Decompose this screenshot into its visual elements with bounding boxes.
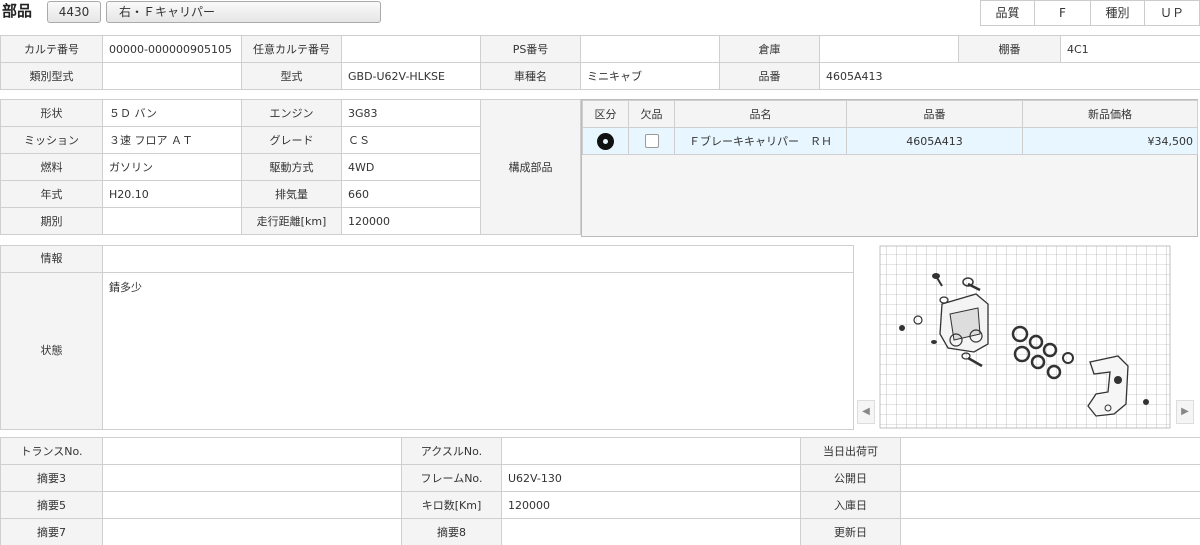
- car-name-label: 車種名: [480, 62, 581, 90]
- bottom-table: トランスNo. アクスルNo. 当日出荷可 摘要3 フレームNo. U62V-1…: [0, 437, 1200, 545]
- class-model-label: 類別型式: [0, 62, 103, 90]
- prev-image-button[interactable]: ◀: [857, 400, 875, 424]
- state-value[interactable]: 錆多少: [102, 272, 854, 430]
- engine-label: エンジン: [241, 99, 342, 127]
- year-value: H20.10: [102, 180, 242, 208]
- page-title: 部品: [2, 2, 33, 20]
- trans-no-label: トランスNo.: [0, 437, 103, 465]
- missing-cell: [628, 127, 675, 155]
- car-name-value: ミニキャブ: [580, 62, 720, 90]
- publish-date-label: 公開日: [800, 464, 901, 492]
- col-kubun: 区分: [582, 100, 629, 128]
- optional-karte-label: 任意カルテ番号: [241, 35, 342, 63]
- col-missing: 欠品: [628, 100, 675, 128]
- model-value: GBD-U62V-HLKSE: [341, 62, 481, 90]
- col-name: 品名: [674, 100, 847, 128]
- part-number-cell: 4605A413: [846, 127, 1023, 155]
- year-label: 年式: [0, 180, 103, 208]
- mileage-label: 走行距離[km]: [241, 207, 342, 235]
- memo3-value: [102, 464, 402, 492]
- components-table: 区分 欠品 品名 品番 新品価格 Ｆブレーキキャリパー ＲＨ 4605A413 …: [582, 100, 1198, 155]
- shelf-label: 棚番: [958, 35, 1061, 63]
- shape-value: ５Ｄ バン: [102, 99, 242, 127]
- optional-karte-value: [341, 35, 481, 63]
- grade-value: ＣＳ: [341, 126, 481, 154]
- memo3-label: 摘要3: [0, 464, 103, 492]
- drive-label: 駆動方式: [241, 153, 342, 181]
- table-row[interactable]: Ｆブレーキキャリパー ＲＨ 4605A413 ¥34,500: [582, 127, 1198, 155]
- km-value: 120000: [501, 491, 801, 519]
- same-day-ship-value: [900, 437, 1200, 465]
- memo7-value: [102, 518, 402, 545]
- stock-date-value: [900, 491, 1200, 519]
- engine-value: 3G83: [341, 99, 481, 127]
- axle-no-label: アクスルNo.: [401, 437, 502, 465]
- quality-label: 品質: [980, 0, 1035, 26]
- part-image-viewer[interactable]: [856, 244, 1200, 430]
- memo8-value: [501, 518, 801, 545]
- trans-no-value: [102, 437, 402, 465]
- memo7-label: 摘要7: [0, 518, 103, 545]
- shelf-value: 4C1: [1060, 35, 1200, 63]
- part-code-button[interactable]: 4430: [47, 1, 101, 23]
- part-name-button[interactable]: 右・Ｆキャリパー: [106, 1, 381, 23]
- col-number: 品番: [846, 100, 1023, 128]
- components-label: 構成部品: [480, 99, 581, 235]
- period-value: [102, 207, 242, 235]
- shape-label: 形状: [0, 99, 103, 127]
- mission-value: ３速 フロア ＡＴ: [102, 126, 242, 154]
- info-value[interactable]: [102, 245, 854, 273]
- type-value: ＵＰ: [1144, 0, 1200, 26]
- col-price: 新品価格: [1022, 100, 1198, 128]
- kubun-cell: [582, 127, 629, 155]
- part-name-cell: Ｆブレーキキャリパー ＲＨ: [674, 127, 847, 155]
- class-model-value: [102, 62, 242, 90]
- karte-number-value: 00000-000000905105: [102, 35, 242, 63]
- km-label: キロ数[Km]: [401, 491, 502, 519]
- vehicle-table: 形状 ５Ｄ バン エンジン 3G83 構成部品 ミッション ３速 フロア ＡＴ …: [0, 99, 581, 235]
- frame-no-value: U62V-130: [501, 464, 801, 492]
- memo5-label: 摘要5: [0, 491, 103, 519]
- mileage-value: 120000: [341, 207, 481, 235]
- next-image-button[interactable]: ▶: [1176, 400, 1194, 424]
- same-day-ship-label: 当日出荷可: [800, 437, 901, 465]
- part-number-label: 品番: [719, 62, 820, 90]
- displacement-label: 排気量: [241, 180, 342, 208]
- memo5-value: [102, 491, 402, 519]
- missing-checkbox[interactable]: [644, 134, 659, 148]
- mission-label: ミッション: [0, 126, 103, 154]
- warehouse-label: 倉庫: [719, 35, 820, 63]
- type-label: 種別: [1090, 0, 1145, 26]
- stock-date-label: 入庫日: [800, 491, 901, 519]
- ps-number-label: PS番号: [480, 35, 581, 63]
- axle-no-value: [501, 437, 801, 465]
- displacement-value: 660: [341, 180, 481, 208]
- update-date-label: 更新日: [800, 518, 901, 545]
- publish-date-value: [900, 464, 1200, 492]
- disc-icon: [597, 132, 614, 150]
- warehouse-value: [819, 35, 959, 63]
- info-label: 情報: [0, 245, 103, 273]
- karte-number-label: カルテ番号: [0, 35, 103, 63]
- components-panel: 区分 欠品 品名 品番 新品価格 Ｆブレーキキャリパー ＲＨ 4605A413 …: [581, 99, 1198, 237]
- frame-no-label: フレームNo.: [401, 464, 502, 492]
- part-number-value: 4605A413: [819, 62, 1200, 90]
- fuel-value: ガソリン: [102, 153, 242, 181]
- quality-value: F: [1034, 0, 1091, 26]
- price-cell: ¥34,500: [1022, 127, 1198, 155]
- grade-label: グレード: [241, 126, 342, 154]
- state-label: 状態: [0, 272, 103, 430]
- model-label: 型式: [241, 62, 342, 90]
- memo8-label: 摘要8: [401, 518, 502, 545]
- fuel-label: 燃料: [0, 153, 103, 181]
- period-label: 期別: [0, 207, 103, 235]
- caliper-diagram-image: [879, 245, 1171, 429]
- drive-value: 4WD: [341, 153, 481, 181]
- karte-table: カルテ番号 00000-000000905105 任意カルテ番号 PS番号 倉庫…: [0, 35, 1200, 90]
- ps-number-value: [580, 35, 720, 63]
- update-date-value: [900, 518, 1200, 545]
